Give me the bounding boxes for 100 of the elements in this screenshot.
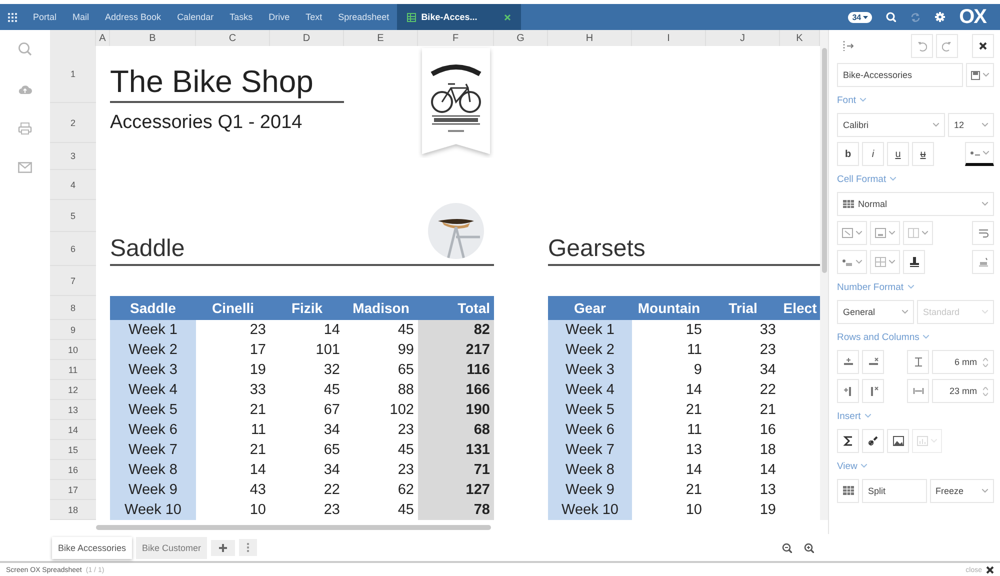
app-tab[interactable]: Portal xyxy=(25,4,65,30)
table-cell-text: 23 xyxy=(396,421,415,440)
row-header[interactable]: 2 xyxy=(50,103,96,144)
row-header[interactable]: 4 xyxy=(50,170,96,200)
column-width-field[interactable]: 23 mm xyxy=(932,379,994,404)
add-sheet-button[interactable] xyxy=(211,540,236,556)
row-header[interactable]: 5 xyxy=(50,200,96,232)
column-header[interactable]: J xyxy=(706,30,780,46)
column-header[interactable]: K xyxy=(780,30,820,46)
row-header[interactable]: 14 xyxy=(50,420,96,440)
row-header[interactable]: 9 xyxy=(50,320,96,340)
insert-row-button[interactable] xyxy=(837,350,859,374)
document-tab[interactable]: Bike-Acces... xyxy=(397,4,522,30)
freeze-dropdown[interactable]: Freeze xyxy=(930,479,994,504)
app-tab[interactable]: Text xyxy=(298,4,330,30)
table-cell: Week 10 xyxy=(110,500,196,520)
table-cell: Week 5 xyxy=(548,400,632,420)
italic-button[interactable]: i xyxy=(862,142,884,166)
cell-style-dropdown[interactable]: Normal xyxy=(837,192,994,216)
number-format-dropdown[interactable]: General xyxy=(837,300,914,324)
cell-align-button[interactable] xyxy=(837,221,867,246)
strike-button[interactable]: u xyxy=(912,142,934,166)
row-header[interactable]: 15 xyxy=(50,440,96,460)
row-header[interactable]: 10 xyxy=(50,340,96,360)
scrollbar-thumb[interactable] xyxy=(96,524,491,530)
split-button[interactable]: Split xyxy=(862,479,926,504)
sheet-tab[interactable]: Bike Accessories xyxy=(52,536,132,559)
notification-badge[interactable]: 34 xyxy=(848,12,872,23)
document-name-field[interactable]: Bike-Accessories xyxy=(837,63,963,88)
app-tab[interactable]: Calendar xyxy=(169,4,222,30)
column-header[interactable]: D xyxy=(270,30,344,46)
app-tab[interactable]: Mail xyxy=(64,4,98,30)
app-tab[interactable]: Address Book xyxy=(97,4,170,30)
column-heading: Elect xyxy=(780,296,820,320)
table-cell: Week 5 xyxy=(110,400,196,420)
close-icon[interactable] xyxy=(986,566,994,574)
settings-icon[interactable] xyxy=(935,12,946,22)
table-cell: Week 2 xyxy=(548,340,632,360)
column-header[interactable]: A xyxy=(96,30,110,46)
close-button[interactable] xyxy=(972,34,994,58)
vertical-align-icon xyxy=(875,228,886,238)
column-header[interactable]: B xyxy=(110,30,196,46)
column-header[interactable]: F xyxy=(418,30,494,46)
row-header[interactable]: 8 xyxy=(50,296,96,320)
font-dropdown[interactable]: Calibri xyxy=(837,113,945,138)
redo-button[interactable] xyxy=(936,34,958,58)
column-header[interactable]: E xyxy=(344,30,418,46)
text-color-button[interactable] xyxy=(965,142,994,166)
row-header[interactable]: 6 xyxy=(50,232,96,266)
caret-icon xyxy=(902,310,908,314)
app-tab[interactable]: Tasks xyxy=(222,4,261,30)
font-size-dropdown[interactable]: 12 xyxy=(948,113,994,138)
underline-button[interactable]: u xyxy=(887,142,909,166)
column-header[interactable]: I xyxy=(632,30,706,46)
table-cell-text: 14 xyxy=(322,321,341,340)
bold-button[interactable]: b xyxy=(837,142,859,166)
sheet-title: The Bike Shop xyxy=(110,64,344,104)
sheet-menu-button[interactable] xyxy=(239,539,258,556)
grid-view-button[interactable] xyxy=(837,479,859,504)
save-button[interactable] xyxy=(966,63,994,88)
fill-color-button[interactable] xyxy=(837,250,867,274)
search-icon[interactable] xyxy=(886,12,896,22)
delete-row-button[interactable] xyxy=(862,350,884,374)
row-header[interactable]: 12 xyxy=(50,380,96,400)
scrollbar-thumb[interactable] xyxy=(822,48,826,274)
table-cell: Week 1 xyxy=(548,320,632,340)
row-header[interactable]: 7 xyxy=(50,266,96,296)
app-tab[interactable]: Spreadsheet xyxy=(330,4,398,30)
table-cell-text: 9 xyxy=(692,361,703,380)
insert-link-button[interactable] xyxy=(862,429,884,454)
column-header[interactable]: C xyxy=(196,30,270,46)
row-header[interactable]: 18 xyxy=(50,500,96,520)
row-header[interactable]: 16 xyxy=(50,460,96,480)
app-tab[interactable]: Drive xyxy=(260,4,298,30)
row-header[interactable]: 13 xyxy=(50,400,96,420)
row-header[interactable]: 1 xyxy=(50,46,96,104)
row-height-button[interactable] xyxy=(907,350,929,374)
sheet-tab[interactable]: Bike Customer xyxy=(136,536,208,559)
row-height-field[interactable]: 6 mm xyxy=(932,350,994,374)
row-header[interactable]: 11 xyxy=(50,360,96,380)
wrap-text-button[interactable] xyxy=(972,221,994,246)
insert-sum-button[interactable] xyxy=(837,429,859,454)
vertical-align-button[interactable] xyxy=(870,221,900,246)
column-header[interactable]: H xyxy=(548,30,632,46)
insert-column-button[interactable] xyxy=(837,379,859,404)
table-cell: 68 xyxy=(418,420,494,440)
caret-icon xyxy=(889,260,895,264)
format-painter-button[interactable] xyxy=(903,250,925,274)
undo-button[interactable] xyxy=(911,34,933,58)
table-cell-text: 17 xyxy=(248,341,267,360)
row-header[interactable]: 17 xyxy=(50,480,96,500)
column-width-button[interactable] xyxy=(907,379,929,404)
apps-grid-icon[interactable] xyxy=(8,12,17,22)
delete-column-button[interactable] xyxy=(862,379,884,404)
insert-image-button[interactable] xyxy=(887,429,909,454)
column-header[interactable]: G xyxy=(494,30,548,46)
text-color-icon xyxy=(970,149,980,158)
row-header[interactable]: 3 xyxy=(50,143,96,170)
table-cell: Week 7 xyxy=(110,440,196,460)
spell-check-button[interactable] xyxy=(972,250,994,274)
